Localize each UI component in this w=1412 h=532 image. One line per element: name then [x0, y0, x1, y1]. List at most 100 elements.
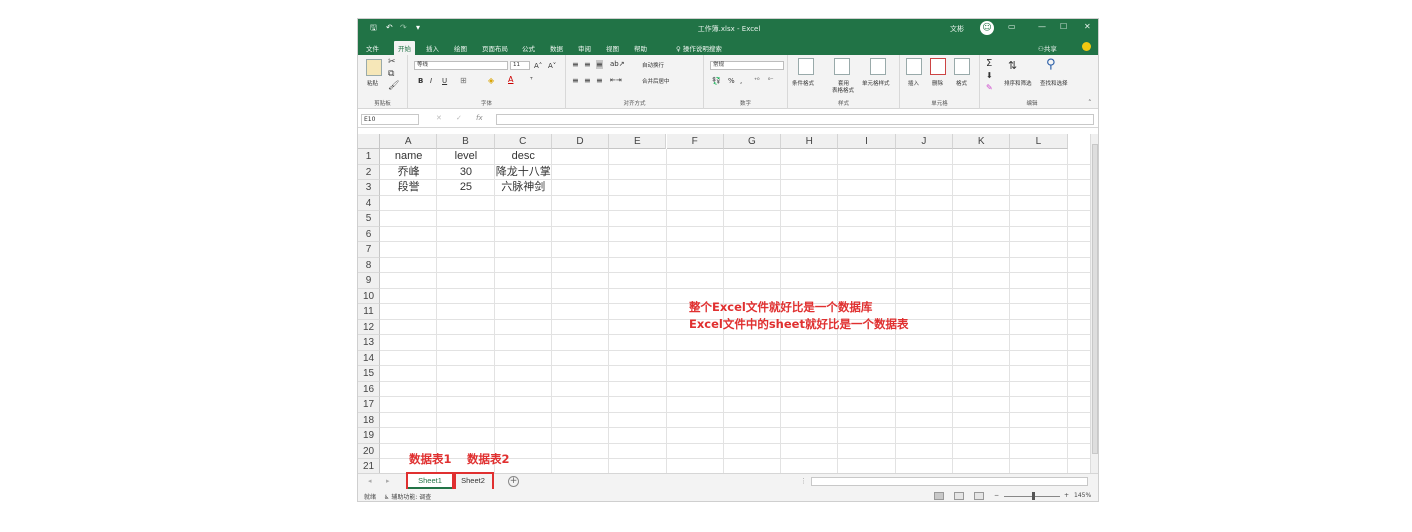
- column-header-h[interactable]: H: [781, 134, 839, 149]
- insert-cells-icon[interactable]: [906, 58, 922, 75]
- select-all-corner[interactable]: [358, 134, 380, 149]
- row-header-20[interactable]: 20: [358, 443, 380, 459]
- tab-help[interactable]: 帮助: [630, 41, 651, 55]
- column-header-d[interactable]: D: [551, 134, 610, 149]
- sort-filter-button[interactable]: 排序和筛选: [1004, 79, 1032, 87]
- formula-input[interactable]: [496, 114, 1094, 125]
- vertical-scroll-thumb[interactable]: [1092, 144, 1098, 454]
- cell-a3[interactable]: 段誉: [380, 180, 437, 196]
- sort-filter-icon[interactable]: ⇅: [1008, 59, 1017, 72]
- cell-c2[interactable]: 降龙十八掌: [495, 165, 552, 181]
- next-sheet-icon[interactable]: ▸: [386, 477, 390, 485]
- tab-home[interactable]: 开始: [394, 41, 415, 55]
- row-header-17[interactable]: 17: [358, 397, 380, 413]
- tab-draw[interactable]: 绘图: [450, 41, 471, 55]
- find-select-icon[interactable]: ⚲: [1046, 57, 1056, 72]
- cell-a2[interactable]: 乔峰: [380, 165, 437, 181]
- format-cells-icon[interactable]: [954, 58, 970, 75]
- increase-decimal-icon[interactable]: ⁺⁰: [754, 77, 760, 84]
- indent-icon[interactable]: ⇤⇥: [610, 76, 622, 84]
- row-header-12[interactable]: 12: [358, 319, 380, 335]
- merge-center-button[interactable]: 合并后居中: [642, 77, 670, 85]
- new-sheet-button[interactable]: +: [508, 476, 519, 487]
- grow-font-icon[interactable]: A˄: [534, 62, 542, 70]
- row-header-13[interactable]: 13: [358, 335, 380, 351]
- tab-data[interactable]: 数据: [546, 41, 567, 55]
- row-header-1[interactable]: 1: [358, 149, 380, 165]
- tab-page-layout[interactable]: 页面布局: [478, 41, 512, 55]
- vertical-scrollbar[interactable]: [1090, 134, 1098, 473]
- conditional-formatting-button[interactable]: 条件格式: [792, 79, 814, 87]
- row-header-7[interactable]: 7: [358, 242, 380, 258]
- orientation-icon[interactable]: ab↗: [610, 60, 625, 68]
- collapse-ribbon-icon[interactable]: ˄: [1088, 99, 1092, 107]
- align-center-icon[interactable]: ≡: [584, 76, 591, 85]
- insert-function-button[interactable]: fx: [476, 114, 483, 122]
- row-header-5[interactable]: 5: [358, 211, 380, 227]
- cell-b1[interactable]: level: [437, 149, 494, 165]
- accessibility-status[interactable]: ♿ 辅助功能: 调查: [384, 492, 431, 501]
- column-header-k[interactable]: K: [953, 134, 1011, 149]
- column-header-l[interactable]: L: [1010, 134, 1068, 149]
- avatar[interactable]: ☺: [980, 21, 994, 35]
- autosum-icon[interactable]: Σ: [986, 58, 992, 69]
- cell-c3[interactable]: 六脉神剑: [495, 180, 552, 196]
- page-layout-view-button[interactable]: [954, 492, 964, 500]
- font-color-icon[interactable]: A: [508, 75, 513, 84]
- row-header-8[interactable]: 8: [358, 257, 380, 273]
- tab-split-icon[interactable]: ⋮: [800, 477, 807, 485]
- row-header-21[interactable]: 21: [358, 459, 380, 473]
- percent-button[interactable]: %: [728, 77, 735, 85]
- ribbon-display-options-icon[interactable]: ▭: [1008, 22, 1016, 31]
- number-format-select[interactable]: 常规: [710, 61, 784, 70]
- zoom-in-button[interactable]: +: [1064, 492, 1069, 499]
- enter-icon[interactable]: ✓: [456, 114, 462, 122]
- row-header-9[interactable]: 9: [358, 273, 380, 289]
- column-header-f[interactable]: F: [666, 134, 724, 149]
- font-name-select[interactable]: 等线: [414, 61, 508, 70]
- row-header-6[interactable]: 6: [358, 226, 380, 242]
- row-header-11[interactable]: 11: [358, 304, 380, 320]
- fill-color-icon[interactable]: ◈: [488, 76, 494, 85]
- close-button[interactable]: ✕: [1084, 22, 1091, 31]
- cell-styles-button[interactable]: 单元格样式: [862, 79, 890, 87]
- phonetic-icon[interactable]: ᵀ: [530, 76, 533, 84]
- align-left-icon[interactable]: ≡: [572, 76, 579, 85]
- conditional-formatting-icon[interactable]: [798, 58, 814, 75]
- delete-cells-icon[interactable]: [930, 58, 946, 75]
- column-header-e[interactable]: E: [609, 134, 667, 149]
- row-header-18[interactable]: 18: [358, 412, 380, 428]
- row-header-3[interactable]: 3: [358, 180, 380, 196]
- row-header-19[interactable]: 19: [358, 428, 380, 444]
- column-header-j[interactable]: J: [895, 134, 953, 149]
- name-box[interactable]: E10: [361, 114, 419, 125]
- zoom-slider-thumb[interactable]: [1032, 492, 1035, 500]
- underline-button[interactable]: U: [442, 77, 447, 85]
- format-as-table-icon[interactable]: [834, 58, 850, 75]
- align-middle-icon[interactable]: ≡: [584, 60, 591, 69]
- insert-cells-button[interactable]: 插入: [908, 79, 919, 87]
- paste-icon[interactable]: [366, 59, 382, 76]
- align-top-icon[interactable]: ≡: [572, 60, 579, 69]
- format-painter-icon[interactable]: 🖌: [388, 81, 399, 91]
- cell-c1[interactable]: desc: [495, 149, 552, 165]
- user-name[interactable]: 文彬: [950, 24, 964, 34]
- maximize-button[interactable]: ☐: [1060, 22, 1067, 31]
- align-bottom-icon[interactable]: ≡: [596, 60, 603, 69]
- align-right-icon[interactable]: ≡: [596, 76, 603, 85]
- column-header-b[interactable]: B: [437, 134, 495, 149]
- font-size-select[interactable]: 11: [510, 61, 530, 70]
- clear-icon[interactable]: ✎: [986, 83, 993, 92]
- tab-insert[interactable]: 插入: [422, 41, 443, 55]
- bold-button[interactable]: B: [418, 77, 423, 85]
- zoom-level[interactable]: 145%: [1074, 492, 1091, 499]
- zoom-out-button[interactable]: −: [994, 492, 999, 499]
- row-header-10[interactable]: 10: [358, 288, 380, 304]
- column-header-g[interactable]: G: [723, 134, 782, 149]
- cell-b3[interactable]: 25: [437, 180, 494, 196]
- cell-b2[interactable]: 30: [437, 165, 494, 181]
- tell-me-search[interactable]: ♀ 操作说明搜索: [676, 43, 722, 53]
- delete-cells-button[interactable]: 删除: [932, 79, 943, 87]
- decrease-decimal-icon[interactable]: ⁰⁻: [768, 77, 774, 84]
- cell-a1[interactable]: name: [380, 149, 437, 165]
